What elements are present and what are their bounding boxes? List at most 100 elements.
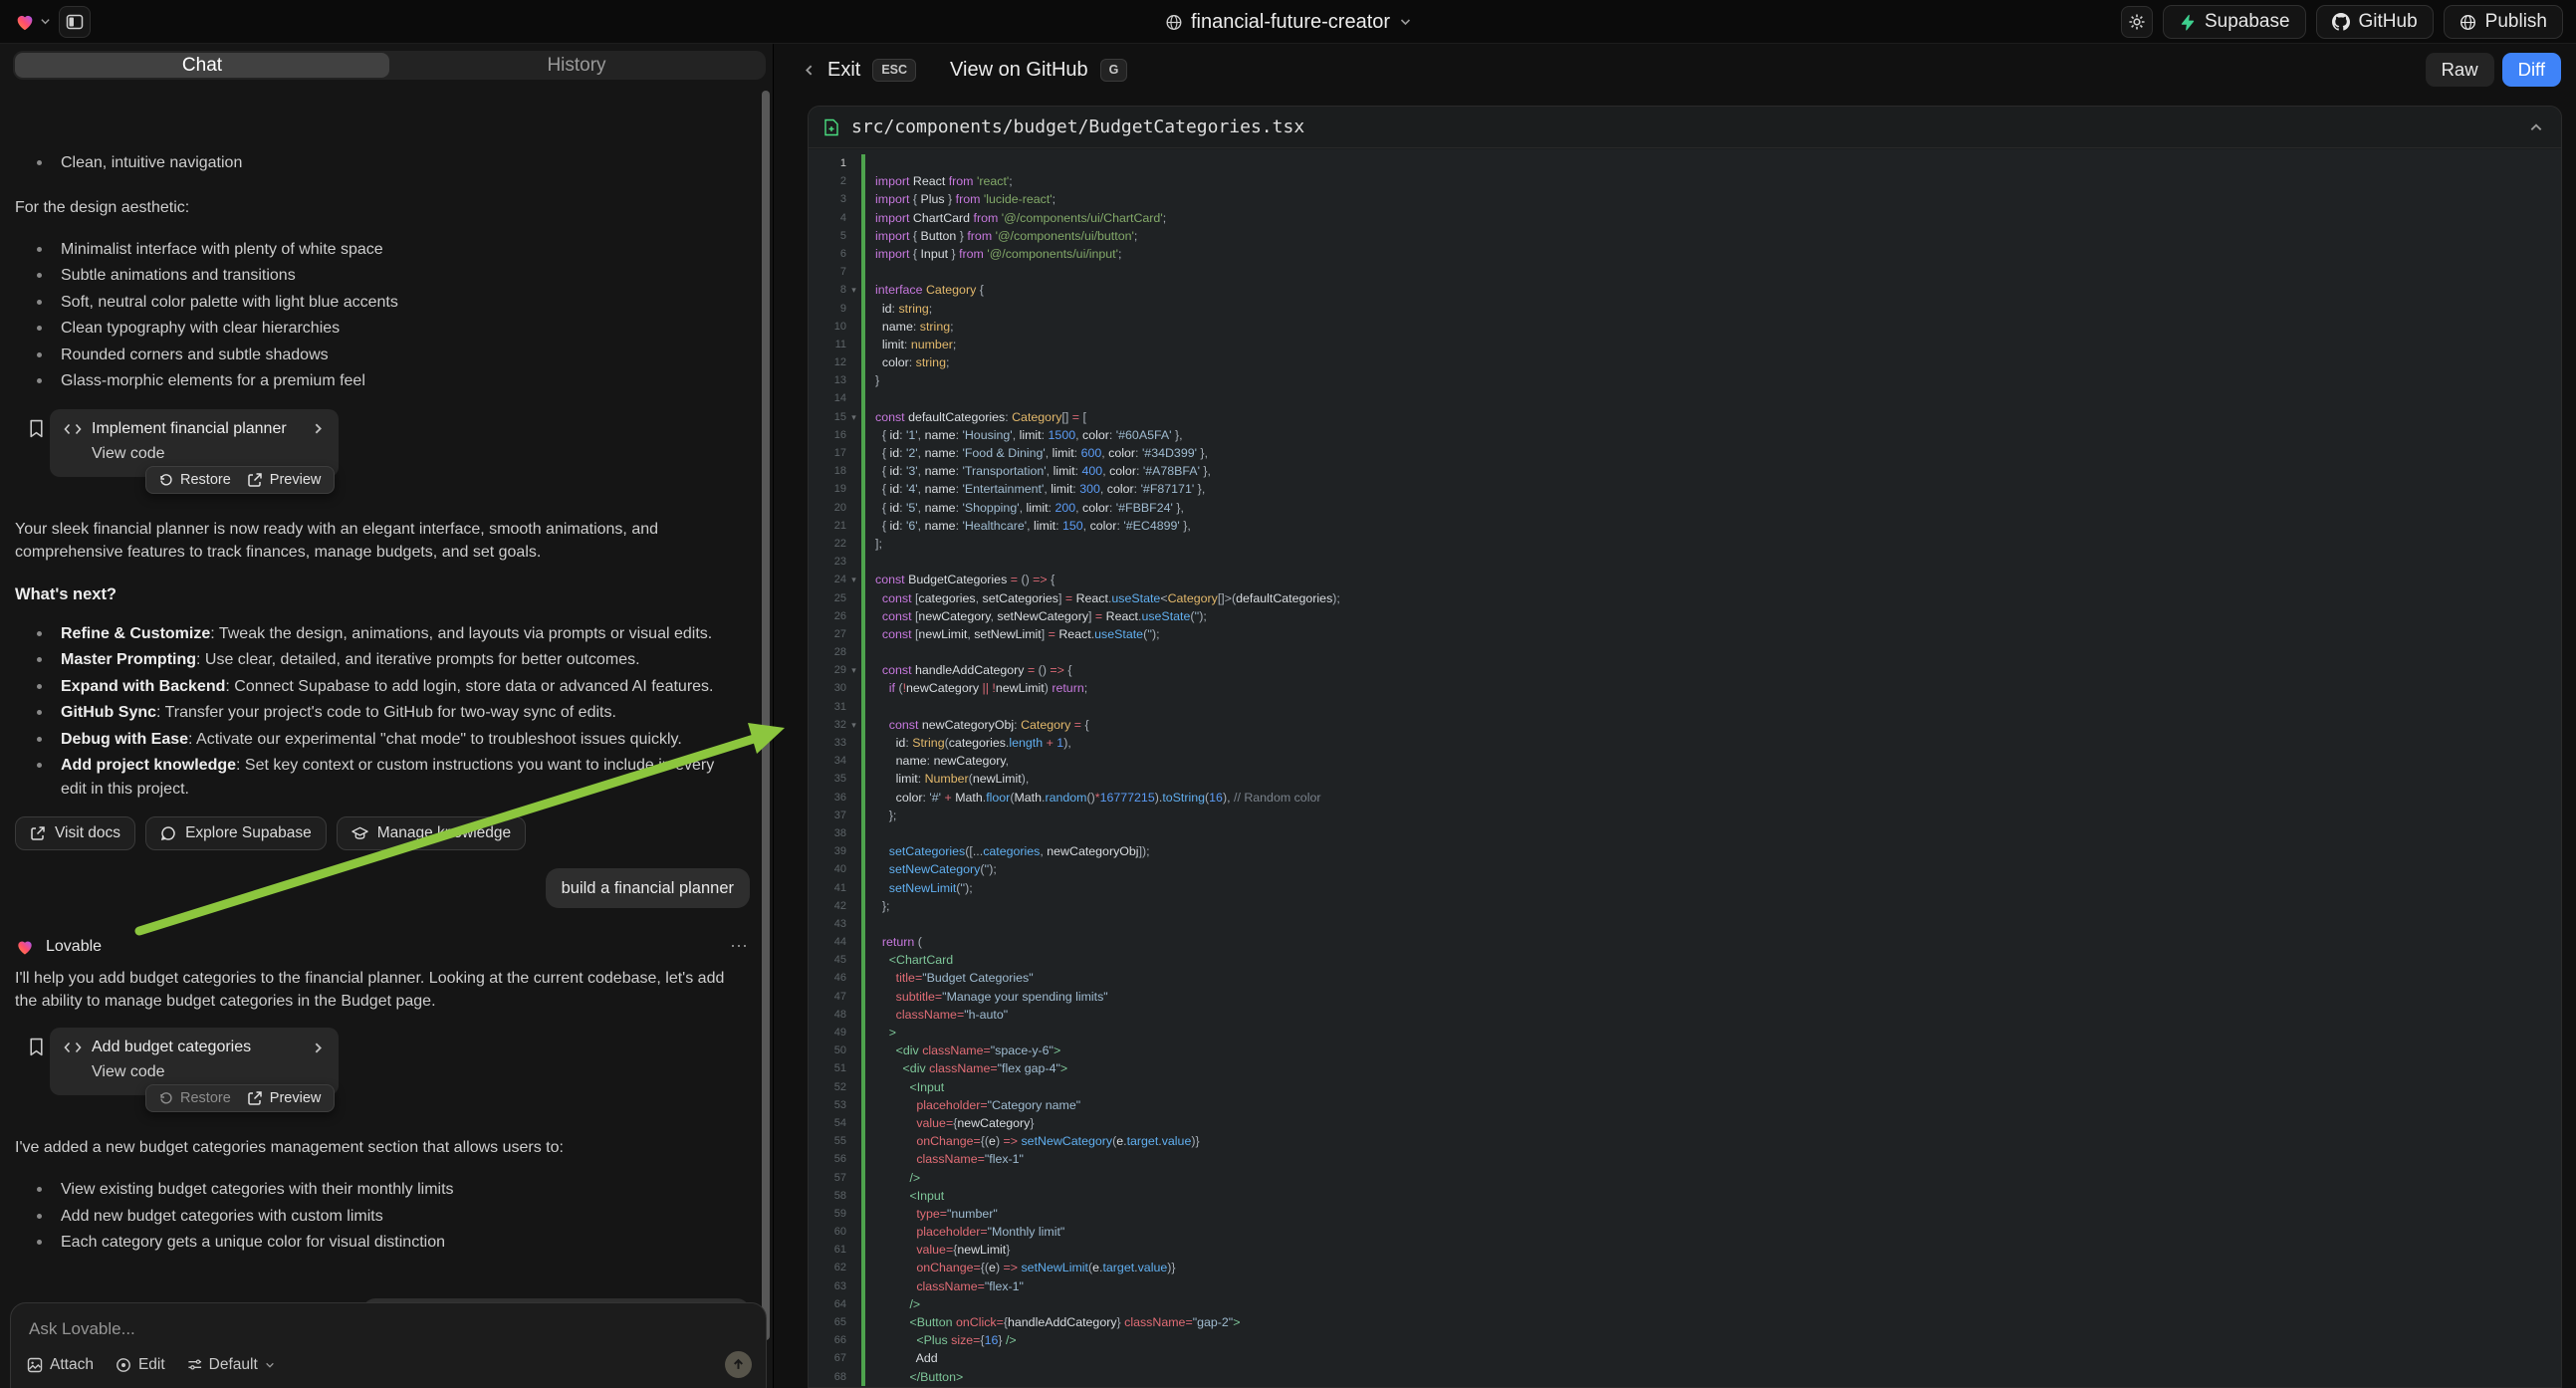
target-icon [116, 1357, 131, 1373]
code-line: 17 { id: '2', name: 'Food & Dining', lim… [809, 444, 2561, 462]
code-line: 54 value={newCategory} [809, 1114, 2561, 1132]
code-line: 2import React from 'react'; [809, 172, 2561, 190]
code-text: { id: '6', name: 'Healthcare', limit: 15… [865, 517, 1191, 535]
restore-button[interactable]: Restore [159, 1090, 231, 1106]
fold-gutter [846, 1295, 861, 1313]
code-text: interface Category { [865, 281, 984, 299]
line-number: 3 [809, 190, 846, 208]
tab-history[interactable]: History [389, 53, 764, 78]
view-on-github-button[interactable]: View on GitHub G [950, 59, 1127, 82]
code-line: 37 }; [809, 807, 2561, 824]
chat-message-list: Clean, intuitive navigationFor the desig… [0, 44, 773, 1302]
fold-chevron-icon[interactable]: ▾ [846, 408, 861, 426]
fold-chevron-icon[interactable]: ▾ [846, 661, 861, 679]
bookmark-icon[interactable] [28, 419, 45, 438]
collapse-chevron-icon[interactable] [2529, 120, 2543, 134]
graduation-cap-icon [351, 825, 368, 841]
project-switcher[interactable]: financial-future-creator [1165, 0, 1411, 44]
list-item: Master Prompting: Use clear, detailed, a… [46, 648, 743, 672]
line-number: 8 [809, 281, 846, 299]
line-number: 57 [809, 1169, 846, 1187]
lovable-logo-icon[interactable] [14, 11, 51, 33]
line-number: 17 [809, 444, 846, 462]
toggle-sidebar-button[interactable] [59, 6, 91, 38]
user-message: build a financial planner [15, 868, 750, 908]
fold-gutter [846, 770, 861, 788]
line-number: 5 [809, 227, 846, 245]
explore-supabase-button[interactable]: Explore Supabase [145, 816, 327, 850]
chat-input[interactable] [27, 1317, 750, 1343]
code-text: Add [865, 1349, 938, 1367]
edit-button[interactable]: Edit [116, 1356, 165, 1374]
attach-button[interactable]: Attach [27, 1356, 94, 1374]
fold-gutter [846, 389, 861, 407]
raw-view-button[interactable]: Raw [2426, 53, 2494, 87]
fold-gutter [846, 1223, 861, 1241]
code-text: import { Button } from '@/components/ui/… [865, 227, 1137, 245]
code-line: 25 const [categories, setCategories] = R… [809, 589, 2561, 607]
fold-gutter [846, 824, 861, 842]
line-number: 55 [809, 1132, 846, 1150]
fold-gutter [846, 263, 861, 281]
code-line: 67 Add [809, 1349, 2561, 1367]
fold-gutter [846, 1096, 861, 1114]
chevron-left-icon[interactable] [803, 64, 816, 77]
tab-chat[interactable]: Chat [15, 53, 389, 78]
view-code-link[interactable]: View code [92, 1063, 325, 1081]
publish-button[interactable]: Publish [2444, 5, 2563, 39]
manage-knowledge-button[interactable]: Manage knowledge [337, 816, 526, 850]
message-menu-button[interactable]: ⋯ [730, 936, 750, 957]
fold-gutter [846, 480, 861, 498]
code-text: const handleAddCategory = () => { [865, 661, 1072, 679]
file-header[interactable]: src/components/budget/BudgetCategories.t… [809, 107, 2561, 148]
code-text: }; [865, 897, 889, 915]
code-text: const newCategoryObj: Category = { [865, 716, 1089, 734]
code-text: } [865, 371, 879, 389]
lovable-app-window: financial-future-creator Supabase GitHub… [0, 0, 2576, 1388]
bookmark-icon[interactable] [28, 1038, 45, 1056]
restore-button[interactable]: Restore [159, 472, 231, 488]
visit-docs-button[interactable]: Visit docs [15, 816, 135, 850]
code-text: { id: '2', name: 'Food & Dining', limit:… [865, 444, 1208, 462]
preview-button[interactable]: Preview [247, 472, 322, 488]
code-text: name: newCategory, [865, 752, 1009, 770]
fold-chevron-icon[interactable]: ▾ [846, 571, 861, 588]
chevron-down-icon [265, 1360, 275, 1370]
model-selector[interactable]: Default [187, 1356, 275, 1374]
fold-chevron-icon[interactable]: ▾ [846, 716, 861, 734]
list-item: Expand with Backend: Connect Supabase to… [46, 675, 743, 699]
line-number: 37 [809, 807, 846, 824]
code-content[interactable]: 12import React from 'react';3import { Pl… [809, 149, 2561, 1387]
line-number: 13 [809, 371, 846, 389]
fold-gutter [846, 1259, 861, 1276]
code-line: 21 { id: '6', name: 'Healthcare', limit:… [809, 517, 2561, 535]
settings-button[interactable] [2121, 6, 2153, 38]
arrow-up-icon [732, 1358, 745, 1371]
github-button[interactable]: GitHub [2316, 5, 2434, 39]
line-number: 53 [809, 1096, 846, 1114]
code-line: 47 subtitle="Manage your spending limits… [809, 988, 2561, 1006]
supabase-button[interactable]: Supabase [2163, 5, 2306, 39]
line-number: 61 [809, 1241, 846, 1259]
line-number: 31 [809, 698, 846, 716]
code-line: 49 > [809, 1024, 2561, 1041]
code-text: /> [865, 1295, 920, 1313]
diff-view-button[interactable]: Diff [2502, 53, 2561, 87]
code-text: limit: Number(newLimit), [865, 770, 1029, 788]
chevron-down-icon [1399, 16, 1411, 28]
view-code-link[interactable]: View code [92, 445, 325, 463]
code-line: 23 [809, 553, 2561, 571]
preview-button[interactable]: Preview [247, 1090, 322, 1106]
fold-gutter [846, 988, 861, 1006]
fold-chevron-icon[interactable]: ▾ [846, 281, 861, 299]
exit-button[interactable]: Exit [827, 59, 860, 82]
chat-scrollbar[interactable] [762, 91, 770, 1340]
line-number: 63 [809, 1277, 846, 1295]
send-button[interactable] [725, 1351, 752, 1378]
code-line: 66 <Plus size={16} /> [809, 1331, 2561, 1349]
fold-gutter [846, 1114, 861, 1132]
list-item: Rounded corners and subtle shadows [46, 344, 743, 367]
code-text: return ( [865, 933, 922, 951]
code-toolbar: Exit ESC View on GitHub G Raw Diff [774, 44, 2576, 96]
chat-composer: Attach Edit Default [10, 1302, 767, 1388]
